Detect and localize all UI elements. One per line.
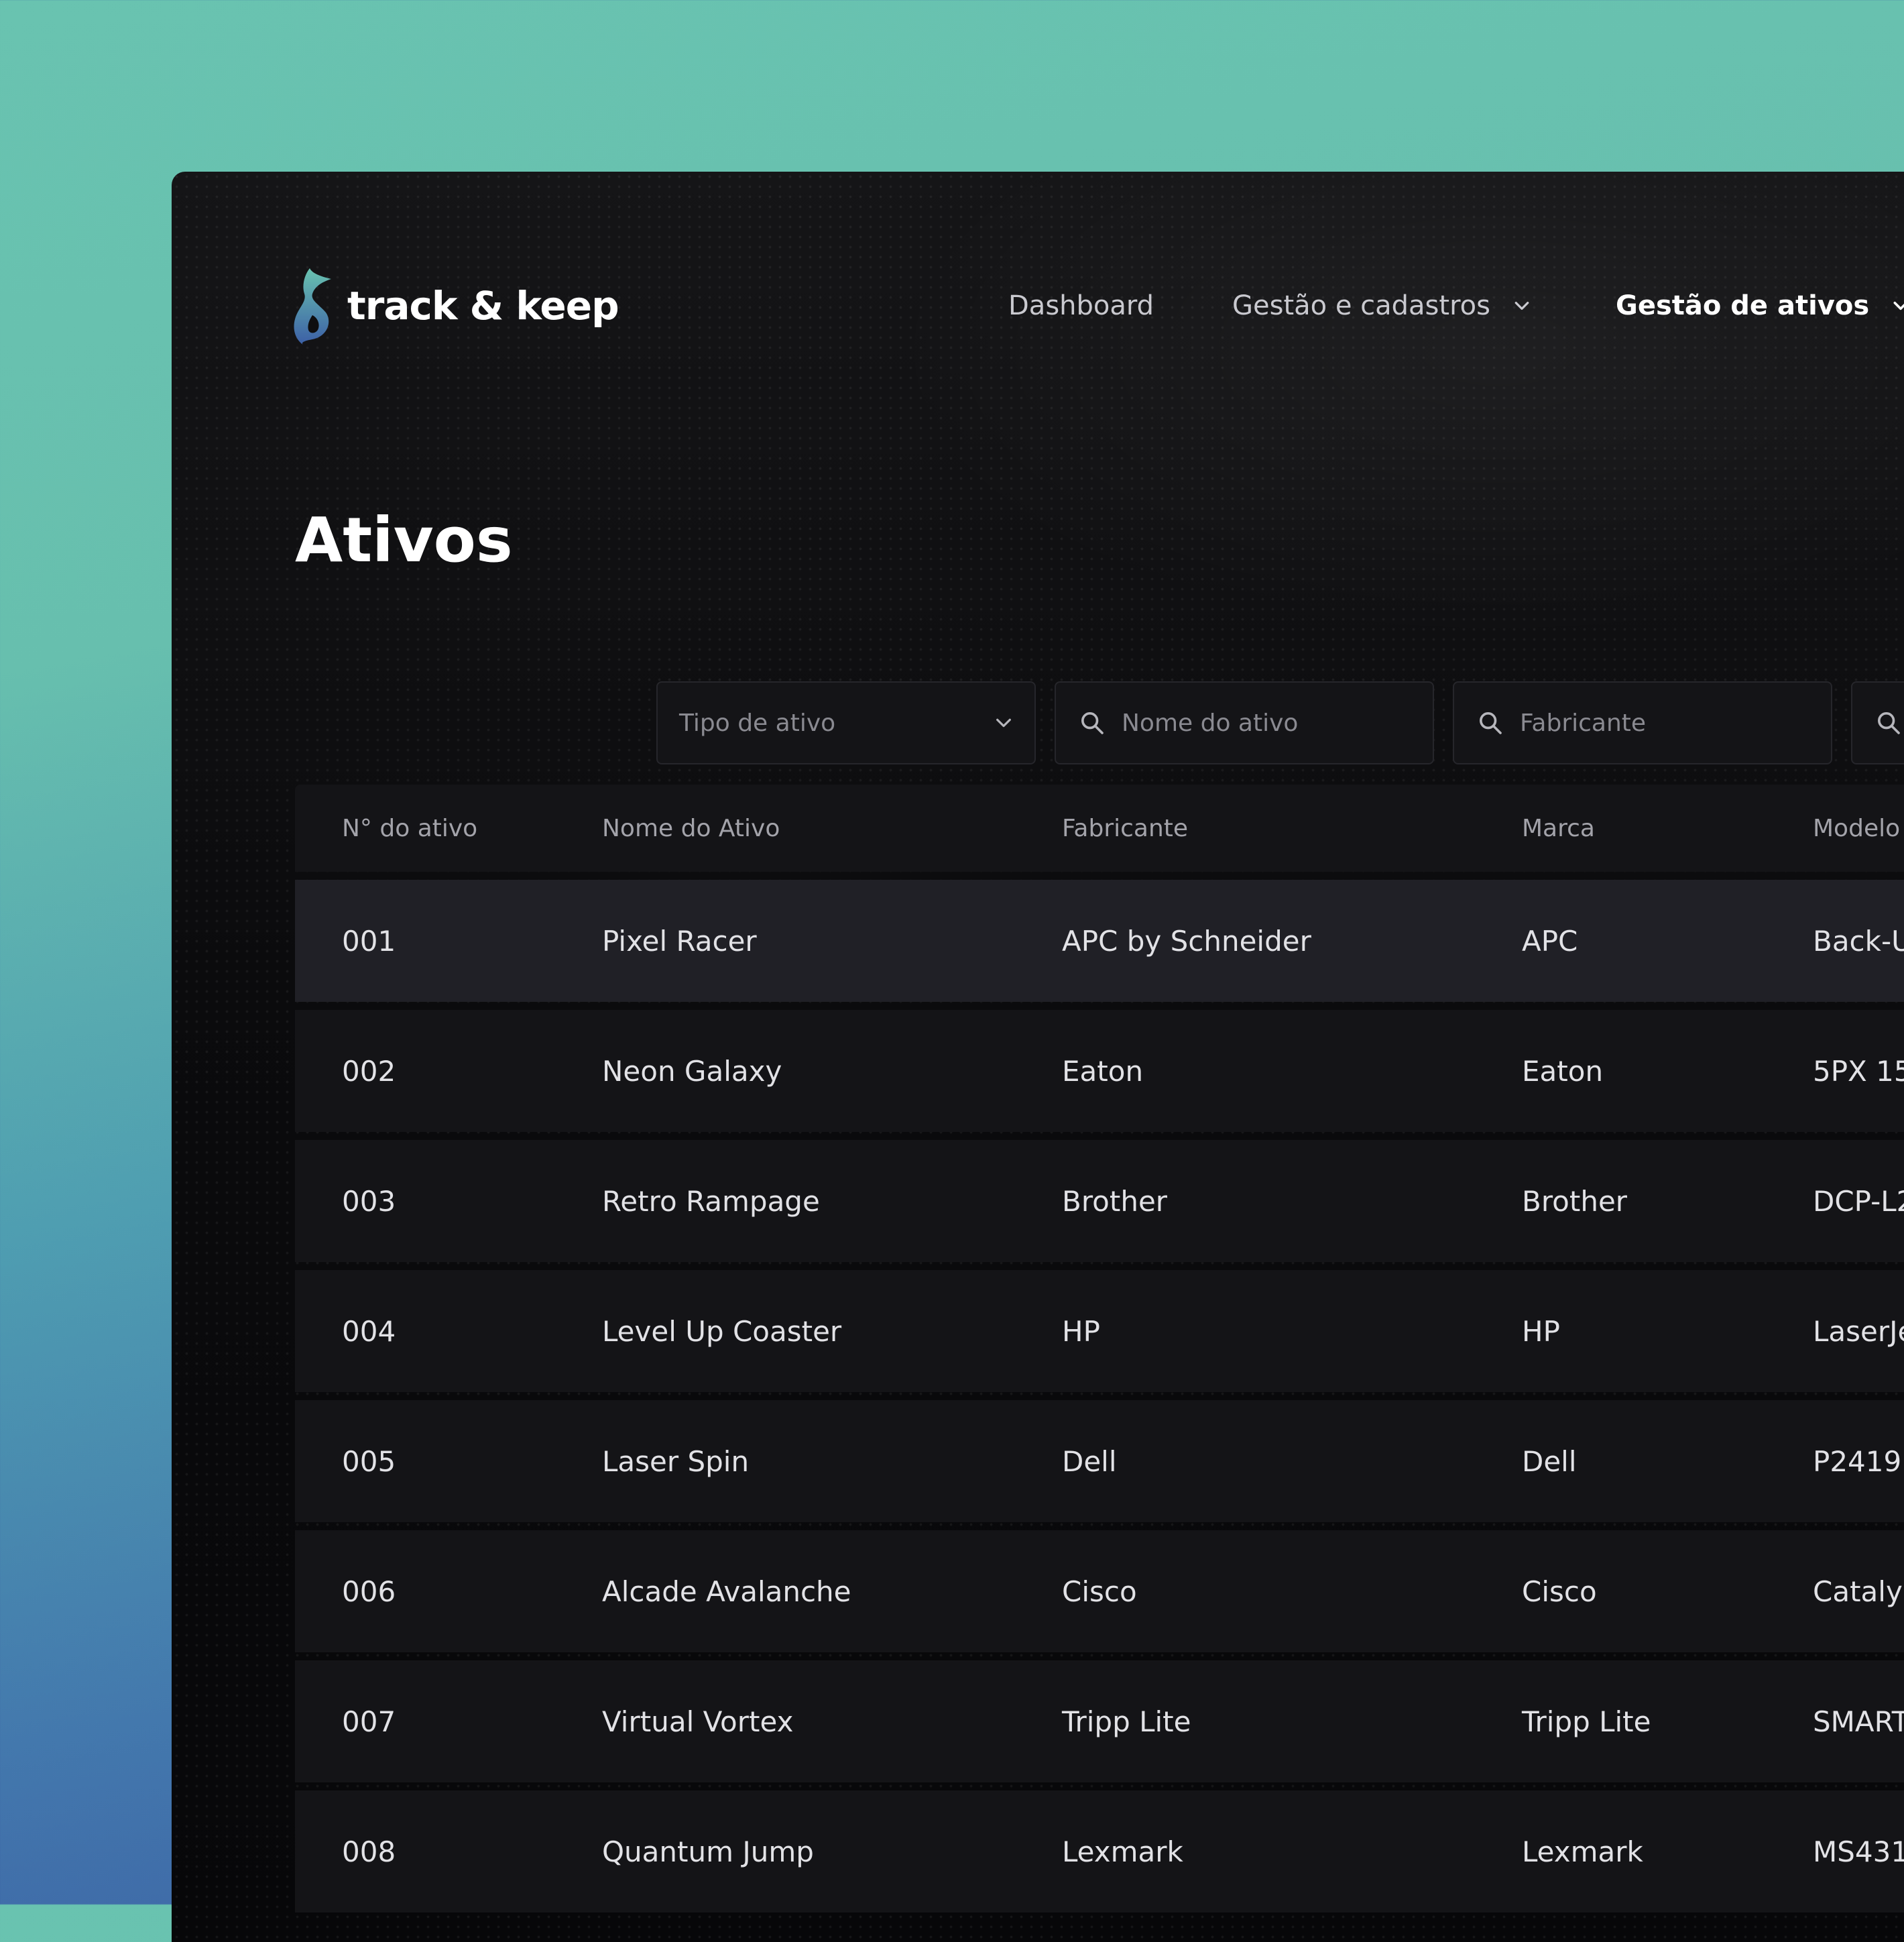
page-title: Ativos — [295, 504, 513, 576]
cell-model: 5PX 150 — [1813, 1054, 1904, 1088]
table-row[interactable]: 008 Quantum Jump Lexmark Lexmark MS431c — [295, 1790, 1904, 1912]
column-header-manufacturer[interactable]: Fabricante — [1062, 785, 1188, 872]
table-row[interactable]: 001 Pixel Racer APC by Schneider APC Bac… — [295, 880, 1904, 1002]
table-row[interactable]: 006 Alcade Avalanche Cisco Cisco Catalys — [295, 1530, 1904, 1652]
table-row[interactable]: 002 Neon Galaxy Eaton Eaton 5PX 150 — [295, 1010, 1904, 1132]
search-icon — [1480, 712, 1502, 734]
nav-label: Gestão de ativos — [1616, 290, 1870, 321]
cell-name: Retro Rampage — [602, 1184, 820, 1218]
assets-table: N° do ativo Nome do Ativo Fabricante Mar… — [295, 785, 1904, 1912]
cell-model: Back-U — [1813, 924, 1904, 958]
cell-number: 002 — [342, 1054, 396, 1088]
cell-manufacturer: APC by Schneider — [1062, 924, 1311, 958]
cell-manufacturer: Cisco — [1062, 1575, 1137, 1608]
app-window: track & keep Dashboard Gestão e cadastro… — [172, 172, 1904, 1942]
top-bar: track & keep Dashboard Gestão e cadastro… — [172, 172, 1904, 345]
extra-search[interactable] — [1851, 681, 1904, 764]
main-nav: Dashboard Gestão e cadastros Gestão de a… — [172, 286, 1904, 326]
cell-model: Catalys — [1813, 1575, 1904, 1608]
chevron-down-icon — [996, 718, 1011, 728]
cell-brand: Eaton — [1522, 1054, 1604, 1088]
cell-manufacturer: HP — [1062, 1314, 1100, 1348]
cell-name: Neon Galaxy — [602, 1054, 782, 1088]
asset-name-placeholder: Nome do ativo — [1122, 709, 1299, 737]
cell-number: 007 — [342, 1705, 396, 1738]
cell-model: SMART — [1813, 1705, 1904, 1738]
asset-name-search[interactable]: Nome do ativo — [1055, 681, 1434, 764]
nav-item-gestao-ativos[interactable]: Gestão de ativos — [1616, 286, 1904, 326]
cell-name: Alcade Avalanche — [602, 1575, 851, 1608]
table-row[interactable]: 004 Level Up Coaster HP HP LaserJe — [295, 1270, 1904, 1392]
cell-name: Pixel Racer — [602, 924, 757, 958]
column-header-name[interactable]: Nome do Ativo — [602, 785, 780, 872]
manufacturer-search[interactable]: Fabricante — [1453, 681, 1832, 764]
cell-model: LaserJe — [1813, 1314, 1904, 1348]
cell-model: P2419H — [1813, 1444, 1904, 1478]
nav-item-gestao-cadastros[interactable]: Gestão e cadastros — [1232, 286, 1532, 326]
cell-manufacturer: Eaton — [1062, 1054, 1144, 1088]
column-header-model[interactable]: Modelo — [1813, 785, 1900, 872]
cell-manufacturer: Tripp Lite — [1062, 1705, 1191, 1738]
cell-name: Quantum Jump — [602, 1835, 814, 1868]
cell-brand: Dell — [1522, 1444, 1577, 1478]
asset-type-placeholder: Tipo de ativo — [679, 709, 836, 737]
table-row[interactable]: 005 Laser Spin Dell Dell P2419H — [295, 1400, 1904, 1522]
table-row[interactable]: 007 Virtual Vortex Tripp Lite Tripp Lite… — [295, 1660, 1904, 1782]
cell-number: 001 — [342, 924, 396, 958]
cell-name: Laser Spin — [602, 1444, 750, 1478]
table-row[interactable]: 003 Retro Rampage Brother Brother DCP-L2 — [295, 1140, 1904, 1262]
cell-brand: Cisco — [1522, 1575, 1597, 1608]
cell-number: 006 — [342, 1575, 396, 1608]
cell-brand: APC — [1522, 924, 1578, 958]
cell-manufacturer: Dell — [1062, 1444, 1117, 1478]
cell-model: MS431c — [1813, 1835, 1904, 1868]
cell-model: DCP-L2 — [1813, 1184, 1904, 1218]
cell-number: 004 — [342, 1314, 396, 1348]
nav-item-dashboard[interactable]: Dashboard — [1008, 286, 1154, 326]
asset-type-select[interactable]: Tipo de ativo — [656, 681, 1036, 764]
search-icon — [1878, 712, 1900, 734]
column-header-number[interactable]: N° do ativo — [342, 785, 477, 872]
cell-manufacturer: Brother — [1062, 1184, 1168, 1218]
nav-label: Gestão e cadastros — [1232, 290, 1490, 321]
cell-brand: Brother — [1522, 1184, 1628, 1218]
chevron-down-icon — [1514, 302, 1529, 310]
search-icon — [1081, 712, 1104, 734]
cell-number: 003 — [342, 1184, 396, 1218]
cell-brand: Lexmark — [1522, 1835, 1643, 1868]
cell-name: Level Up Coaster — [602, 1314, 842, 1348]
cell-manufacturer: Lexmark — [1062, 1835, 1183, 1868]
nav-label: Dashboard — [1008, 290, 1154, 321]
cell-brand: HP — [1522, 1314, 1560, 1348]
table-header: N° do ativo Nome do Ativo Fabricante Mar… — [295, 785, 1904, 872]
cell-number: 008 — [342, 1835, 396, 1868]
cell-name: Virtual Vortex — [602, 1705, 794, 1738]
cell-number: 005 — [342, 1444, 396, 1478]
manufacturer-placeholder: Fabricante — [1520, 709, 1647, 737]
chevron-down-icon — [1893, 301, 1904, 310]
column-header-brand[interactable]: Marca — [1522, 785, 1595, 872]
cell-brand: Tripp Lite — [1522, 1705, 1651, 1738]
